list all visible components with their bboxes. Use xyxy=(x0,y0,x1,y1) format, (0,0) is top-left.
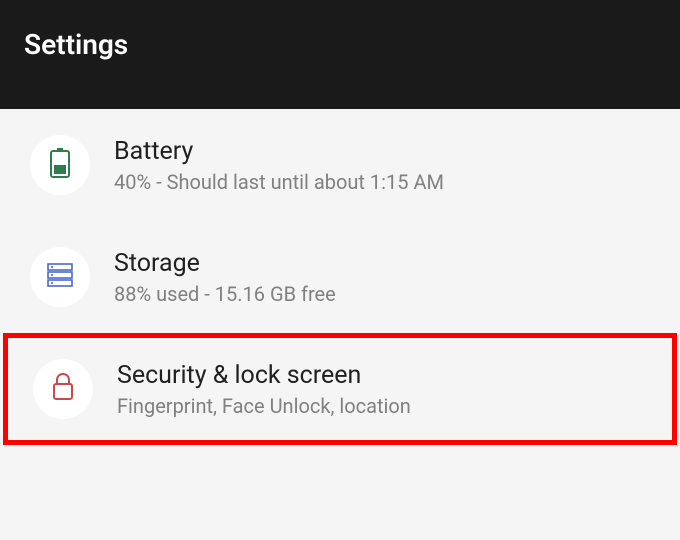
battery-icon xyxy=(49,148,71,182)
storage-icon-circle xyxy=(30,247,90,307)
settings-item-storage[interactable]: Storage 88% used - 15.16 GB free xyxy=(0,221,680,333)
lock-icon xyxy=(51,372,75,406)
settings-list: Battery 40% - Should last until about 1:… xyxy=(0,109,680,445)
settings-item-text: Storage 88% used - 15.16 GB free xyxy=(114,249,336,306)
settings-item-title: Security & lock screen xyxy=(117,361,411,390)
settings-item-subtitle: 40% - Should last until about 1:15 AM xyxy=(114,170,444,194)
battery-icon-circle xyxy=(30,135,90,195)
security-icon-circle xyxy=(33,359,93,419)
storage-icon xyxy=(46,261,74,293)
settings-header: Settings xyxy=(0,0,680,109)
settings-item-text: Battery 40% - Should last until about 1:… xyxy=(114,137,444,194)
settings-item-security[interactable]: Security & lock screen Fingerprint, Face… xyxy=(3,333,677,445)
settings-item-title: Battery xyxy=(114,137,444,166)
settings-item-battery[interactable]: Battery 40% - Should last until about 1:… xyxy=(0,109,680,221)
settings-item-subtitle: 88% used - 15.16 GB free xyxy=(114,282,336,306)
page-title: Settings xyxy=(24,28,656,61)
settings-item-text: Security & lock screen Fingerprint, Face… xyxy=(117,361,411,418)
settings-item-subtitle: Fingerprint, Face Unlock, location xyxy=(117,394,411,418)
settings-item-title: Storage xyxy=(114,249,336,278)
